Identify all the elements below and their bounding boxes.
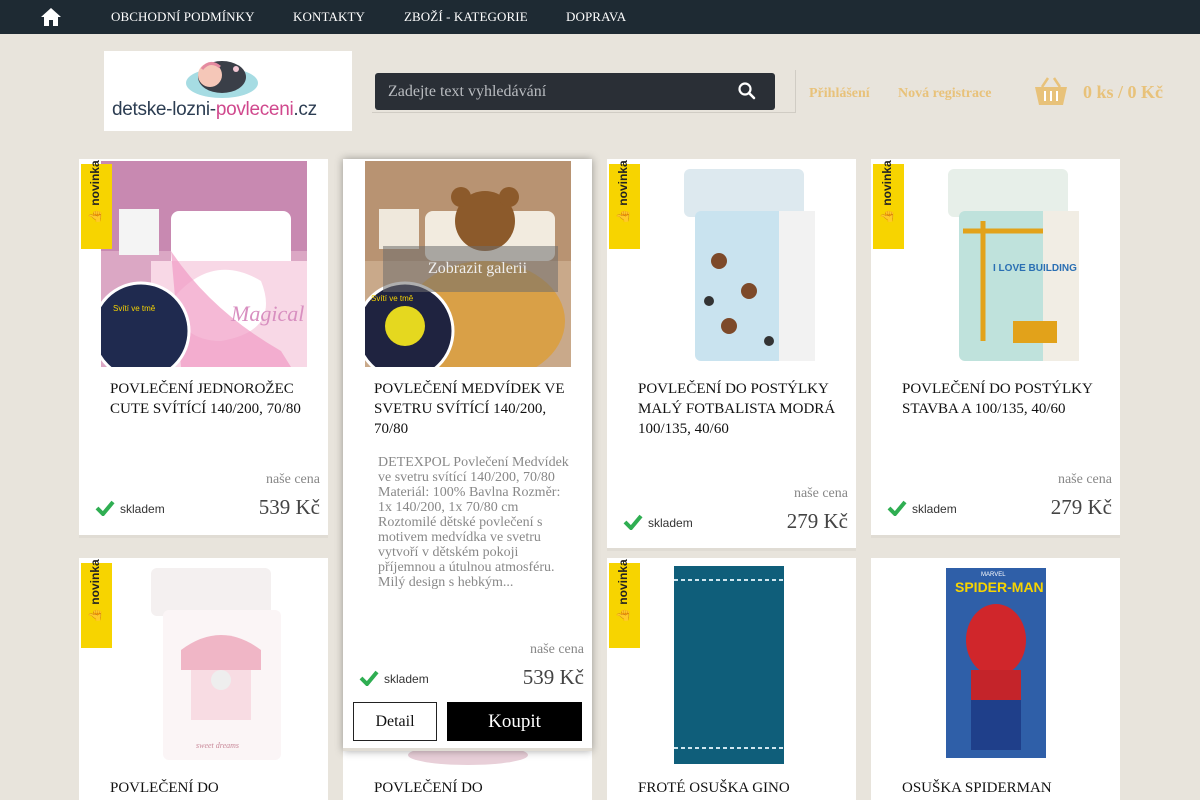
search-input[interactable] [375,73,715,110]
new-badge: 👍 novinka [873,160,904,249]
new-badge-label: 👍 novinka [616,559,630,623]
product-title[interactable]: FROTÉ OSUŠKA GINO [638,778,838,798]
nav-item-terms[interactable]: OBCHODNÍ PODMÍNKY [111,0,255,34]
sleeping-baby-logo-icon [186,61,258,98]
register-link[interactable]: Nová registrace [898,86,991,102]
thumbs-up-icon: 👍 [616,608,630,623]
new-badge-label: 👍 novinka [88,160,102,224]
product-card[interactable]: 👍 novinka Svítí ve tmě Magical POVLEČENÍ… [79,159,328,538]
login-link[interactable]: Přihlášení [809,86,870,102]
new-badge-label: 👍 novinka [880,160,894,224]
new-badge-label: 👍 novinka [88,559,102,623]
thumbs-up-icon: 👍 [88,608,102,623]
nav-item-categories[interactable]: ZBOŽÍ - KATEGORIE [404,0,528,34]
thumbs-up-icon: 👍 [616,209,630,224]
our-price-label: naše cena [793,486,848,501]
check-icon [95,500,115,516]
product-title[interactable]: POVLEČENÍ DO POSTÝLKY MALÝ FOTBALISTA MO… [638,379,838,439]
our-price-label: naše cena [265,472,320,487]
sweet-dreams-text: sweet dreams [196,741,239,750]
product-title[interactable]: POVLEČENÍ DO [110,778,310,798]
product-title[interactable]: POVLEČENÍ DO [374,778,574,798]
buy-button[interactable]: Koupit [447,702,582,741]
new-badge: 👍 novinka [81,160,112,249]
product-price: 279 Kč [786,509,848,533]
glow-label: Svítí ve tmě [113,304,156,313]
product-title[interactable]: OSUŠKA SPIDERMAN [902,778,1102,798]
new-badge: 👍 novinka [81,559,112,648]
product-title[interactable]: POVLEČENÍ MEDVÍDEK VE SVETRU SVÍTÍCÍ 140… [374,379,574,439]
magical-script: Magical [230,301,304,326]
product-title[interactable]: POVLEČENÍ DO POSTÝLKY STAVBA A 100/135, … [902,379,1102,419]
new-badge: 👍 novinka [609,559,640,648]
site-logo[interactable]: detske-lozni-povleceni.cz [104,51,352,131]
detail-button[interactable]: Detail [353,702,437,741]
search-box [375,73,775,110]
product-description: DETEXPOL Povlečení Medvídek ve svetru sv… [378,455,569,590]
check-icon [623,514,643,530]
product-card-hover[interactable]: Svítí ve tmě Zobrazit galerii POVLEČENÍ … [343,159,592,751]
search-icon[interactable] [737,81,757,101]
view-gallery-button[interactable]: Zobrazit galerii [383,246,558,292]
product-image[interactable]: SPIDER-MAN MARVEL [893,560,1099,766]
cart-summary[interactable]: 0 ks / 0 Kč [1083,82,1163,103]
new-badge-label: 👍 novinka [616,160,630,224]
our-price-label: naše cena [1057,472,1112,487]
thumbs-up-icon: 👍 [88,209,102,224]
product-title[interactable]: POVLEČENÍ JEDNOROŽEC CUTE SVÍTÍCÍ 140/20… [110,379,310,419]
check-icon [359,670,379,686]
product-card[interactable]: SPIDER-MAN MARVEL OSUŠKA SPIDERMAN [871,558,1120,800]
nav-item-contacts[interactable]: KONTAKTY [293,0,365,34]
top-navigation: OBCHODNÍ PODMÍNKY KONTAKTY ZBOŽÍ - KATEG… [0,0,1200,34]
glow-label: Svítí ve tmě [371,294,414,303]
product-card[interactable]: 👍 novinka sweet dreams POVLEČENÍ DO [79,558,328,800]
logo-text: detske-lozni-povleceni.cz [112,99,317,120]
product-image[interactable]: sweet dreams [101,560,307,766]
product-price: 539 Kč [522,665,584,689]
spiderman-logo-text: SPIDER-MAN [955,579,1044,595]
product-image[interactable]: Svítí ve tmě Magical [101,161,307,367]
check-icon [887,500,907,516]
thumbs-up-icon: 👍 [880,209,894,224]
building-text: I LOVE BUILDING [993,263,1077,274]
product-price: 539 Kč [258,495,320,519]
shopping-basket-icon[interactable] [1033,76,1069,108]
product-price: 279 Kč [1050,495,1112,519]
product-card[interactable]: 👍 novinka FROTÉ OSUŠKA GINO [607,558,856,800]
marvel-logo-text: MARVEL [981,572,1006,578]
our-price-label: naše cena [529,642,584,657]
product-image[interactable] [629,560,835,766]
product-card[interactable]: 👍 novinka POVLEČENÍ DO POSTÝLKY MALÝ FOT… [607,159,856,551]
product-image[interactable] [629,161,835,367]
product-image[interactable]: I LOVE BUILDING [893,161,1099,367]
new-badge: 👍 novinka [609,160,640,249]
home-icon[interactable] [40,6,62,28]
product-card[interactable]: 👍 novinka I LOVE BUILDING POVLEČENÍ DO P… [871,159,1120,538]
nav-item-shipping[interactable]: DOPRAVA [566,0,626,34]
